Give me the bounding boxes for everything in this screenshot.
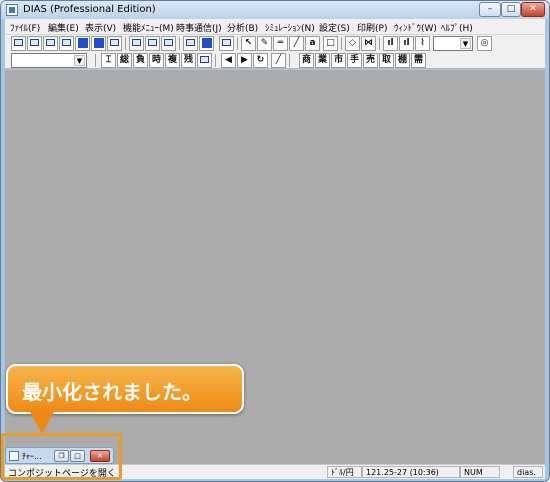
menu-print[interactable]: 印刷(P) [357,21,387,34]
settings-icon[interactable]: ◎ [477,36,492,51]
menu-simulation[interactable]: ｼﾐｭﾚｰｼｮﾝ(N) [265,21,315,34]
label-icon[interactable]: □ [323,36,338,51]
next-button[interactable]: ▶ [237,53,252,68]
sell-button[interactable]: 売 [363,53,378,68]
bar-chart-icon[interactable]: ıl [383,36,398,51]
shrink-icon[interactable]: ⋈ [361,36,376,51]
toolbar-main: ↖ ✎ ═ ╱ a □ ◇ ⋈ ıl ıl ⌇ ▼ ◎ [5,35,545,52]
highlight-frame [1,433,122,480]
brand-label: dias. [513,466,543,478]
shelf-button[interactable]: 棚 [395,53,410,68]
quote-icon[interactable]: ⌶ [101,53,116,68]
memo-icon[interactable] [183,36,198,51]
period-select[interactable]: ▼ [433,36,473,51]
list-button[interactable]: 残 [181,53,196,68]
bond-button[interactable]: 需 [411,53,426,68]
candle-icon[interactable]: ıl [399,36,414,51]
maximize-button[interactable]: □ [501,2,521,17]
close-button[interactable]: ✕ [521,2,545,17]
chart-icon[interactable] [11,36,26,51]
menu-settings[interactable]: 設定(S) [319,21,350,34]
split-icon[interactable]: ╱ [271,53,286,68]
callout-bubble: 最小化されました。 [6,364,244,414]
trade-button[interactable]: 取 [379,53,394,68]
menu-function[interactable]: 機能ﾒﾆｭｰ(M) [123,21,174,34]
title-bar[interactable]: DIAS (Professional Edition) – □ ✕ [1,1,549,19]
currency-pair: ﾄﾞﾙ/円 [327,466,362,478]
menu-window[interactable]: ｳｨﾝﾄﾞｳ(W) [394,21,437,34]
menu-file[interactable]: ﾌｧｲﾙ(F) [10,21,40,34]
pointer-icon[interactable]: ↖ [241,36,256,51]
minimize-button[interactable]: – [479,2,501,17]
prev-button[interactable]: ◀ [221,53,236,68]
callout-tail [30,412,54,434]
menu-edit[interactable]: 編集(E) [48,21,79,34]
menu-analysis[interactable]: 分析(B) [227,21,258,34]
commerce-button[interactable]: 商 [299,53,314,68]
news-icon[interactable] [91,36,106,51]
expand-icon[interactable]: ◇ [345,36,360,51]
menu-bar: ﾌｧｲﾙ(F) 編集(E) 表示(V) 機能ﾒﾆｭｰ(M) 時事通信(J) 分析… [5,19,545,35]
menu-jiji[interactable]: 時事通信(J) [176,21,222,34]
tag-icon[interactable] [129,36,144,51]
toolbar-secondary: ▼ ⌶ 総 負 時 複 残 ◀ ▶ ↻ ╱ 商 業 市 手 売 取 棚 需 [5,52,545,69]
market-button[interactable]: 市 [331,53,346,68]
note-icon[interactable] [161,36,176,51]
symbol-select[interactable]: ▼ [11,53,87,68]
app-icon [6,4,18,16]
table-icon-2[interactable] [197,53,212,68]
callout-text: 最小化されました。 [22,380,202,404]
refresh-icon[interactable] [107,36,122,51]
pen-icon[interactable]: ✎ [257,36,272,51]
hand-button[interactable]: 手 [347,53,362,68]
composite-button[interactable]: 複 [165,53,180,68]
text-icon[interactable]: a [305,36,320,51]
business-button[interactable]: 業 [315,53,330,68]
table-icon[interactable] [27,36,42,51]
total-button[interactable]: 総 [117,53,132,68]
num-lock-indicator: NUM [460,466,500,478]
print-icon[interactable] [219,36,234,51]
edit-icon[interactable] [145,36,160,51]
time-button[interactable]: 時 [149,53,164,68]
window-title: DIAS (Professional Edition) [23,4,156,15]
j-icon[interactable] [75,36,90,51]
blue-square-icon[interactable] [199,36,214,51]
grid-icon[interactable] [59,36,74,51]
menu-view[interactable]: 表示(V) [85,21,116,34]
window-icon[interactable] [43,36,58,51]
chevron-down-icon: ▼ [74,55,85,66]
exchange-rate: 121.25-27 (10:36) [362,466,460,478]
hline-icon[interactable]: ═ [273,36,288,51]
chevron-down-icon: ▼ [460,38,471,49]
negative-button[interactable]: 負 [133,53,148,68]
line-icon[interactable]: ╱ [289,36,304,51]
menu-help[interactable]: ﾍﾙﾌﾟ(H) [441,21,473,34]
line-chart-icon[interactable]: ⌇ [415,36,430,51]
reload-button[interactable]: ↻ [253,53,268,68]
